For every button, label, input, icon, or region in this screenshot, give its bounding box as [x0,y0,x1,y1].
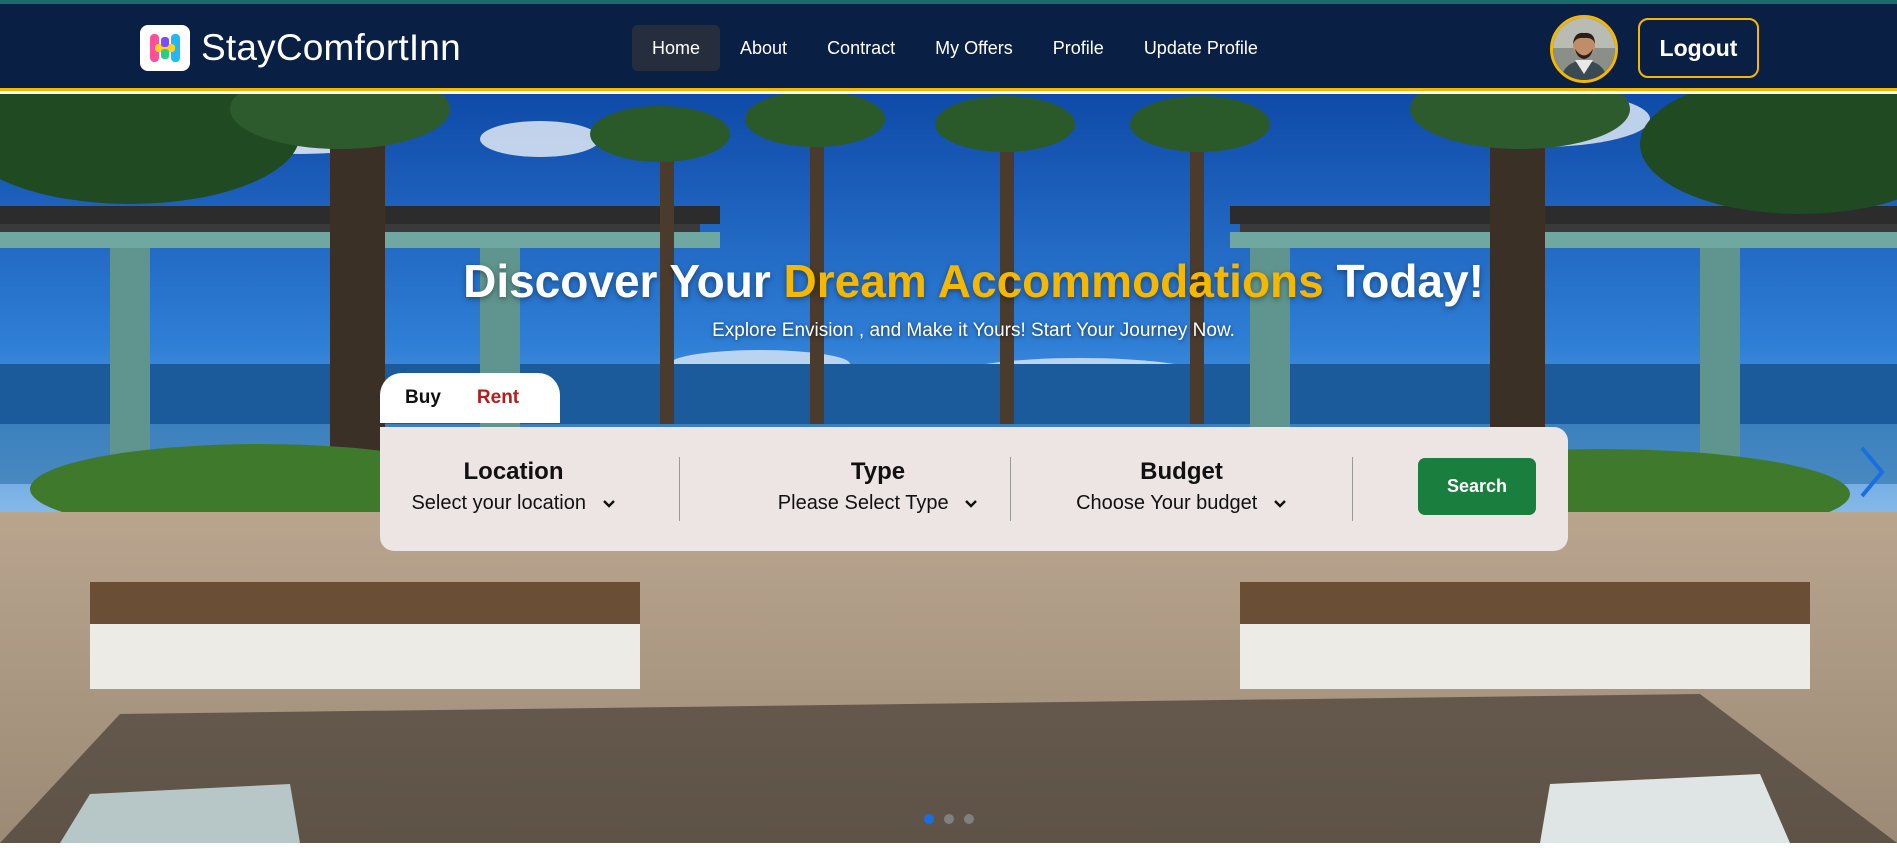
hotel-h-icon [140,25,190,71]
location-select[interactable]: Select your location [380,492,647,515]
location-select-value: Select your location [411,492,586,514]
budget-select-value: Choose Your budget [1076,492,1258,514]
budget-select[interactable]: Choose Your budget [1011,492,1352,515]
budget-field: Budget Choose Your budget [1011,427,1352,551]
logout-button[interactable]: Logout [1638,18,1759,78]
nav-profile[interactable]: Profile [1033,25,1124,71]
hero-subtitle: Explore Envision , and Make it Yours! St… [712,320,1235,341]
carousel-dot[interactable] [944,814,954,824]
hero-carousel: Discover Your Dream Accommodations Today… [0,94,1897,843]
brand-name: StayComfortInn [201,27,461,68]
chevron-down-icon [602,499,615,508]
carousel-dot[interactable] [964,814,974,824]
carousel-indicators [924,814,984,824]
divider [1352,457,1353,521]
hero-title: Discover Your Dream Accommodations Today… [0,254,1897,308]
nav-contract[interactable]: Contract [807,25,915,71]
chevron-down-icon [965,499,978,508]
nav-home[interactable]: Home [632,25,721,71]
carousel-dot[interactable] [924,814,934,824]
brand[interactable]: StayComfortInn [140,25,461,71]
nav-about[interactable]: About [720,25,807,71]
hero-title-part2: Today! [1336,255,1484,307]
type-select-value: Please Select Type [777,492,949,514]
nav-my-offers[interactable]: My Offers [915,25,1033,71]
tab-buy[interactable]: Buy [405,387,441,409]
hero-title-accent: Dream Accommodations [783,255,1324,307]
nav-update-profile[interactable]: Update Profile [1124,25,1278,71]
main-nav: Home About Contract My Offers Profile Up… [632,25,1278,71]
budget-label: Budget [1140,458,1223,485]
tab-rent[interactable]: Rent [477,387,519,409]
hero-title-part1: Discover Your [463,255,771,307]
navbar: StayComfortInn Home About Contract My Of… [0,4,1897,91]
location-field: Location Select your location [380,427,647,551]
location-label: Location [463,458,564,485]
chevron-down-icon [1274,499,1286,508]
carousel-next-button[interactable] [1856,442,1888,502]
search-panel: Location Select your location Type Pleas… [380,427,1568,551]
chevron-right-icon [1860,446,1885,498]
search-tabs: Buy Rent [380,373,560,423]
user-avatar[interactable] [1550,15,1618,83]
search-button[interactable]: Search [1418,458,1536,515]
